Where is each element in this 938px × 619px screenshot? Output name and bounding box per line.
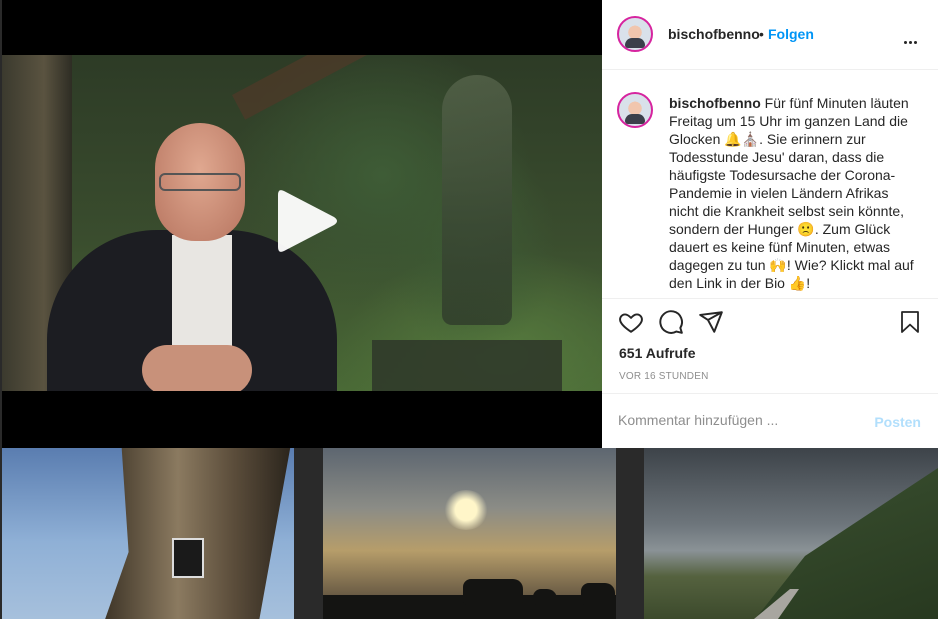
video-player[interactable] xyxy=(2,0,602,448)
thumbnail-cow xyxy=(463,579,523,605)
caption-area: bischofbenno Für fünf Minuten läuten Fre… xyxy=(602,70,938,299)
video-scene-pedestal xyxy=(372,340,562,391)
comment-input[interactable] xyxy=(618,412,868,428)
caption-text: Für fünf Minuten läuten Freitag um 15 Uh… xyxy=(669,95,914,291)
post-panel: bischofbenno • Folgen bischofbenno Für f… xyxy=(602,0,938,448)
video-scene-statue xyxy=(442,75,512,325)
thumbnail-cow xyxy=(581,583,615,605)
comment-icon[interactable] xyxy=(658,309,684,335)
avatar[interactable] xyxy=(617,16,653,52)
post-timestamp[interactable]: VOR 16 STUNDEN xyxy=(619,371,709,382)
heart-icon[interactable] xyxy=(618,309,644,335)
separator-dot: • xyxy=(759,26,764,42)
thumbnail-hill xyxy=(748,468,938,619)
action-bar xyxy=(602,309,938,337)
speaker-hands xyxy=(142,345,252,391)
post-comment-button[interactable]: Posten xyxy=(874,414,921,430)
video-scene-beam xyxy=(232,55,387,120)
grid-thumbnail[interactable] xyxy=(323,448,616,619)
play-icon[interactable] xyxy=(274,185,340,257)
post-header: bischofbenno • Folgen xyxy=(602,0,938,70)
bookmark-icon[interactable] xyxy=(898,309,922,335)
thumbnail-tree-stump xyxy=(102,448,292,619)
more-options-icon[interactable] xyxy=(904,31,920,44)
thumbnail-lantern xyxy=(172,538,204,578)
view-count[interactable]: 651 Aufrufe xyxy=(619,345,696,361)
grid-thumbnail[interactable] xyxy=(2,448,294,619)
speaker-glasses xyxy=(159,173,241,191)
thumbnail-sun xyxy=(443,490,489,530)
send-icon[interactable] xyxy=(698,309,724,335)
header-username[interactable]: bischofbenno xyxy=(668,26,760,42)
post-caption: bischofbenno Für fünf Minuten läuten Fre… xyxy=(669,94,914,292)
caption-avatar[interactable] xyxy=(617,92,653,128)
grid-thumbnail[interactable] xyxy=(644,448,938,619)
caption-username[interactable]: bischofbenno xyxy=(669,95,761,111)
thumbnail-cow xyxy=(533,589,557,605)
follow-button[interactable]: Folgen xyxy=(768,26,814,42)
comment-form: Posten xyxy=(602,393,938,449)
